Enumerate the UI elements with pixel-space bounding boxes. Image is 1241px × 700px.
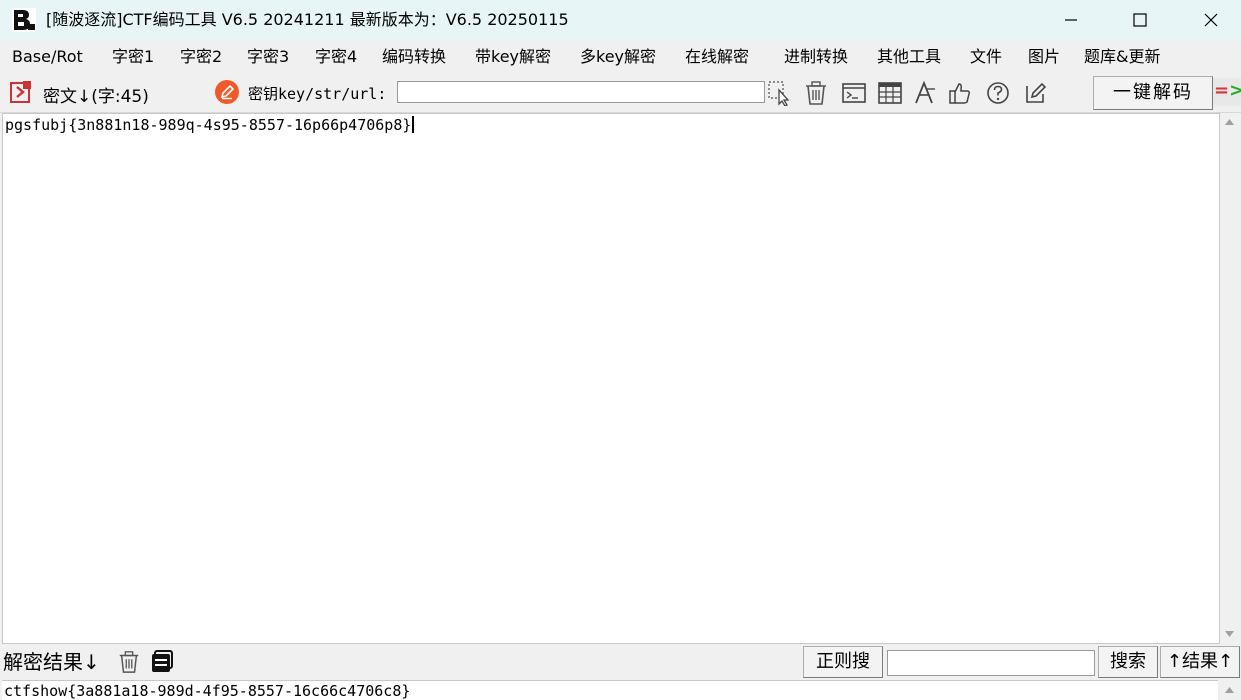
- maximize-icon: [1133, 13, 1147, 27]
- result-scroll-up-arrow-icon[interactable]: [1220, 681, 1239, 698]
- result-output[interactable]: ctfshow{3a881a18-989d-4f95-8557-16c66c47…: [2, 680, 1218, 700]
- edit-icon[interactable]: [1023, 80, 1049, 106]
- thumbs-up-icon[interactable]: [947, 80, 973, 106]
- result-toolbar: 解密结果↓ 正则搜 搜索 ↑结果↑: [0, 644, 1241, 680]
- help-icon[interactable]: [985, 80, 1011, 106]
- menu-online-decrypt[interactable]: 在线解密: [685, 40, 749, 74]
- cipher-label: 密文↓(字:45): [43, 87, 149, 107]
- clear-result-trash-icon[interactable]: [117, 650, 141, 674]
- key-input[interactable]: [397, 81, 765, 103]
- menu-base-rot[interactable]: Base/Rot: [12, 40, 83, 74]
- menu-bar: Base/Rot 字密1 字密2 字密3 字密4 编码转换 带key解密 多ke…: [0, 40, 1241, 74]
- table-icon[interactable]: [877, 80, 903, 106]
- menu-key-decrypt[interactable]: 带key解密: [475, 40, 551, 74]
- menu-other-tools[interactable]: 其他工具: [877, 40, 941, 74]
- minimize-button[interactable]: [1041, 0, 1101, 40]
- menu-zimi3[interactable]: 字密3: [247, 40, 289, 74]
- result-label: 解密结果↓: [3, 650, 100, 674]
- menu-encoding-convert[interactable]: 编码转换: [382, 40, 446, 74]
- menu-base-convert[interactable]: 进制转换: [784, 40, 848, 74]
- copy-result-icon[interactable]: [150, 650, 174, 674]
- search-input[interactable]: [887, 650, 1095, 676]
- title-bar: [随波逐流]CTF编码工具 V6.5 20241211 最新版本为：V6.5 2…: [0, 0, 1241, 40]
- menu-zimi2[interactable]: 字密2: [180, 40, 222, 74]
- terminal-icon[interactable]: [841, 80, 867, 106]
- paste-icon[interactable]: [9, 80, 33, 104]
- close-icon: [1204, 13, 1218, 27]
- result-content: ctfshow{3a881a18-989d-4f95-8557-16c66c47…: [4, 682, 411, 700]
- trash-icon[interactable]: [803, 80, 829, 106]
- ciphertext-editor[interactable]: pgsfubj{3n881n18-989q-4s95-8557-16p66p47…: [2, 113, 1220, 644]
- result-up-button[interactable]: ↑结果↑: [1160, 646, 1240, 678]
- text-caret: [412, 116, 415, 133]
- menu-multi-key-decrypt[interactable]: 多key解密: [580, 40, 656, 74]
- one-click-decode-button[interactable]: 一键解码: [1093, 76, 1213, 110]
- minimize-icon: [1065, 19, 1077, 21]
- editor-scrollbar[interactable]: [1220, 113, 1239, 642]
- arrow-indicator: =>: [1213, 78, 1241, 106]
- scroll-up-arrow-icon[interactable]: [1220, 113, 1239, 130]
- key-edit-icon[interactable]: [215, 80, 239, 104]
- key-label: 密钥key/str/url:: [248, 85, 387, 103]
- search-button[interactable]: 搜索: [1098, 646, 1158, 678]
- indicator-text: =>: [1214, 80, 1241, 101]
- select-icon[interactable]: [767, 80, 793, 107]
- toolbar: 密文↓(字:45) 密钥key/str/url: 一键解码 =>: [0, 74, 1241, 113]
- window-title: [随波逐流]CTF编码工具 V6.5 20241211 最新版本为：V6.5 2…: [46, 10, 569, 29]
- result-scrollbar[interactable]: [1220, 680, 1239, 699]
- menu-zimi1[interactable]: 字密1: [112, 40, 154, 74]
- close-button[interactable]: [1181, 0, 1241, 40]
- menu-image[interactable]: 图片: [1028, 40, 1060, 74]
- menu-questions-update[interactable]: 题库&更新: [1084, 40, 1160, 74]
- maximize-button[interactable]: [1110, 0, 1170, 40]
- app-logo-icon: [12, 8, 36, 32]
- menu-zimi4[interactable]: 字密4: [315, 40, 357, 74]
- ciphertext-content: pgsfubj{3n881n18-989q-4s95-8557-16p66p47…: [5, 116, 412, 134]
- menu-file[interactable]: 文件: [970, 40, 1002, 74]
- regex-search-button[interactable]: 正则搜: [803, 646, 883, 678]
- font-icon[interactable]: [912, 80, 938, 106]
- scroll-down-arrow-icon[interactable]: [1220, 625, 1239, 642]
